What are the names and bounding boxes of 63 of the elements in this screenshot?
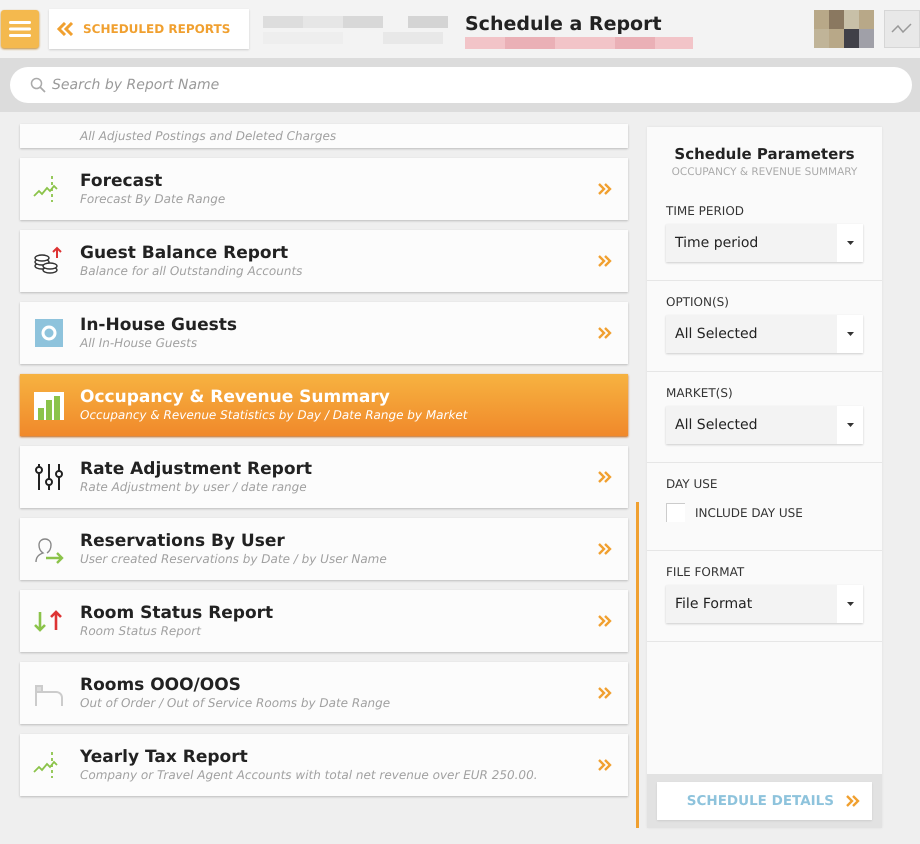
field-label: MARKET(S) [666, 386, 734, 400]
caret-icon [846, 332, 854, 336]
report-description: Room Status Report [80, 623, 202, 639]
menu-icon [9, 20, 31, 38]
checkbox-label: INCLUDE DAY USE [695, 506, 803, 520]
report-description: Out of Order / Out of Service Rooms by Date Range [80, 695, 392, 711]
scrollbar[interactable] [636, 502, 639, 828]
field-label: DAY USE [666, 477, 718, 491]
report-title: Forecast [80, 171, 164, 191]
panel-subtitle: OCCUPANCY & REVENUE SUMMARY [672, 166, 858, 178]
report-title: Rooms OOO/OOS [80, 675, 242, 695]
caret-icon [846, 423, 854, 427]
report-item[interactable]: In-House Guests All In-House Guests [20, 302, 628, 364]
report-item[interactable]: Yearly Tax Report Company or Travel Agent Accounts with total net revenue over EUR 250.00. [20, 734, 628, 796]
double-chevron-icon [598, 183, 612, 195]
field-label: TIME PERIOD [666, 204, 745, 218]
report-title: Rate Adjustment Report [80, 459, 314, 479]
menu-button[interactable] [1, 10, 39, 48]
dropdown[interactable]: All Selected [666, 315, 863, 353]
double-chevron-icon [598, 543, 612, 555]
report-description: Occupancy & Revenue Statistics by Day / Date Range by Market [80, 407, 469, 423]
report-title: Reservations By User [80, 531, 286, 551]
report-item[interactable]: Forecast Forecast By Date Range [20, 158, 628, 220]
report-title: Yearly Tax Report [80, 747, 249, 767]
caret-icon [846, 602, 854, 606]
ring-icon [32, 316, 66, 350]
report-description: All In-House Guests [80, 335, 198, 351]
report-description: Company or Travel Agent Accounts with total net revenue over EUR 250.00. [80, 767, 539, 783]
report-description: User created Reservations by Date / by User Name [80, 551, 388, 567]
report-title: In-House Guests [80, 315, 238, 335]
panel-title: Schedule Parameters [674, 145, 855, 163]
double-chevron-icon [598, 471, 612, 483]
report-item[interactable]: Guest Balance Report Balance for all Outstanding Accounts [20, 230, 628, 292]
field-label: FILE FORMAT [666, 565, 746, 579]
report-title: Room Status Report [80, 603, 274, 623]
double-chevron-icon [846, 795, 860, 807]
report-description: Balance for all Outstanding Accounts [80, 263, 304, 279]
caret-icon [846, 241, 854, 245]
report-item[interactable]: Reservations By User User created Reservations by Date / by User Name [20, 518, 628, 580]
report-item[interactable]: Rooms OOO/OOS Out of Order / Out of Service Rooms by Date Range [20, 662, 628, 724]
report-description: Rate Adjustment by user / date range [80, 479, 308, 495]
checkbox[interactable] [666, 503, 685, 522]
dropdown[interactable]: All Selected [666, 406, 863, 444]
page-title: Schedule a Report [465, 13, 662, 35]
search-field[interactable]: Search by Report Name [10, 67, 912, 103]
double-chevron-icon [598, 255, 612, 267]
double-chevron-icon [598, 687, 612, 699]
dropdown[interactable]: Time period [666, 224, 863, 262]
avatar-icon [814, 10, 874, 48]
report-description: Forecast By Date Range [80, 191, 226, 207]
report-title: Occupancy & Revenue Summary [80, 387, 391, 407]
line-graph-icon [891, 22, 913, 36]
activity-button[interactable] [884, 10, 920, 48]
field-label: OPTION(S) [666, 295, 730, 309]
report-description: All Adjusted Postings and Deleted Charges [80, 128, 338, 144]
double-chevron-icon [598, 327, 612, 339]
double-chevron-icon [57, 22, 75, 36]
double-chevron-icon [598, 615, 612, 627]
dropdown[interactable]: File Format [666, 585, 863, 623]
double-chevron-icon [598, 759, 612, 771]
report-item[interactable]: Room Status Report Room Status Report [20, 590, 628, 652]
report-item[interactable]: Rate Adjustment Report Rate Adjustment by user / date range [20, 446, 628, 508]
report-title: Guest Balance Report [80, 243, 290, 263]
